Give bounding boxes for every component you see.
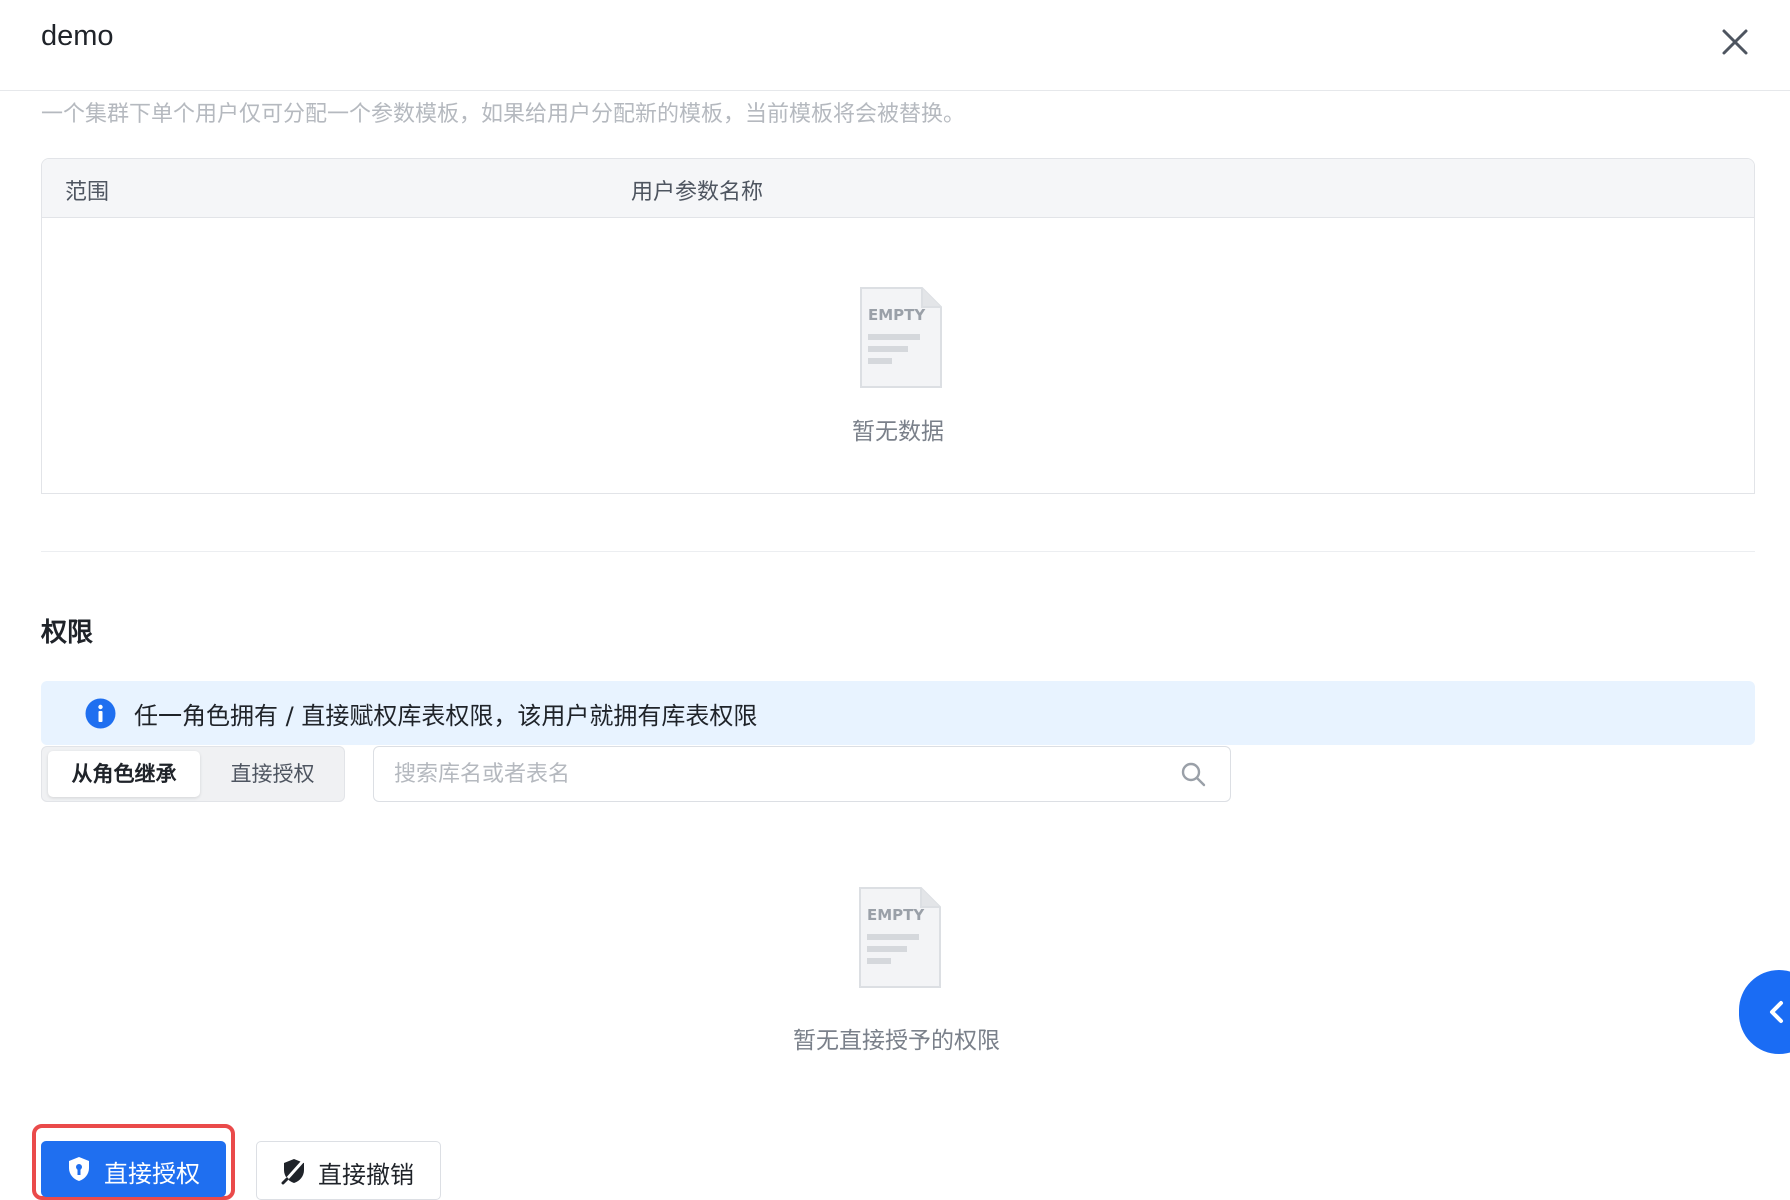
- chevron-left-icon: [1770, 1001, 1783, 1023]
- search-icon[interactable]: [1180, 761, 1206, 787]
- info-icon: [85, 698, 116, 729]
- params-description: 一个集群下单个用户仅可分配一个参数模板，如果给用户分配新的模板，当前模板将会被替…: [41, 102, 966, 127]
- revoke-label: 直接撤销: [318, 1161, 414, 1189]
- shield-off-icon: [281, 1159, 305, 1185]
- dialog-header: demo: [0, 0, 1790, 91]
- permissions-empty-text: 暂无直接授予的权限: [793, 1028, 1000, 1054]
- params-table: 范围 用户参数名称 EMPTY 暂无数据: [41, 158, 1755, 494]
- permissions-section-title: 权限: [41, 618, 94, 648]
- grant-label: 直接授权: [104, 1160, 200, 1188]
- alert-text: 任一角色拥有 / 直接赋权库表权限，该用户就拥有库表权限: [134, 702, 758, 730]
- side-panel-toggle-button[interactable]: [1739, 970, 1790, 1054]
- permission-source-tabs: 从角色继承 直接授权: [41, 746, 345, 802]
- search-box: [373, 746, 1231, 802]
- params-empty-text: 暂无数据: [852, 419, 944, 445]
- tab-inherit-from-role[interactable]: 从角色继承: [48, 751, 200, 797]
- info-alert: 任一角色拥有 / 直接赋权库表权限，该用户就拥有库表权限: [41, 681, 1755, 745]
- tab-direct-grant[interactable]: 直接授权: [205, 751, 340, 797]
- column-header-param-name: 用户参数名称: [631, 180, 764, 205]
- dialog-title: demo: [41, 20, 114, 52]
- empty-icon-label: EMPTY: [867, 906, 925, 924]
- direct-grant-button[interactable]: 直接授权: [41, 1141, 226, 1197]
- empty-document-icon: EMPTY: [859, 887, 941, 988]
- empty-document-icon: EMPTY: [860, 287, 942, 388]
- close-icon[interactable]: [1720, 27, 1750, 57]
- empty-icon-label: EMPTY: [868, 306, 926, 324]
- table-header: 范围 用户参数名称: [42, 159, 1754, 218]
- direct-revoke-button[interactable]: 直接撤销: [256, 1141, 441, 1200]
- section-divider: [41, 551, 1755, 552]
- column-header-scope: 范围: [65, 180, 110, 205]
- search-input[interactable]: [394, 747, 1154, 801]
- shield-icon: [69, 1157, 89, 1181]
